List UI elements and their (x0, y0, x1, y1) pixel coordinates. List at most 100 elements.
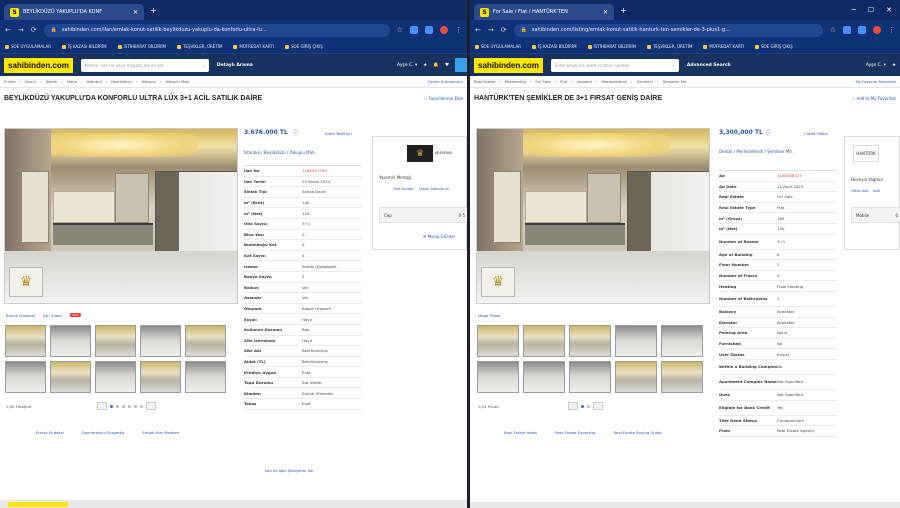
photo-thumbnail[interactable] (569, 361, 611, 393)
next-page-button[interactable] (145, 402, 156, 410)
page-dot[interactable] (580, 404, 584, 408)
user-menu[interactable]: Ayşe C. ▾ (866, 63, 886, 68)
video-link[interactable]: İlan Video (43, 313, 62, 318)
main-photo[interactable]: ♛ (476, 128, 710, 304)
profile-icon[interactable] (440, 26, 448, 34)
info-icon[interactable]: ⓘ (292, 128, 298, 137)
add-favorite-link[interactable]: ☆ Favorilerime Ekle (424, 96, 463, 101)
close-tab-icon[interactable]: ✕ (133, 9, 138, 16)
bookmark-item[interactable]: TEŞVİKLER, ÜRETİM (647, 44, 692, 49)
star-icon[interactable]: ☆ (830, 26, 836, 34)
close-tab-icon[interactable]: ✕ (603, 9, 608, 16)
bookmark-item[interactable]: MÜFREDAT KARTI (233, 44, 274, 49)
photo-thumbnail[interactable] (523, 325, 565, 357)
new-tab-icon[interactable]: + (150, 6, 157, 15)
photo-thumbnail[interactable] (5, 325, 46, 357)
maximize-icon[interactable]: ☐ (868, 6, 874, 14)
seller-all-ads-link[interactable]: Tüm İlanları (393, 187, 413, 191)
heart-icon[interactable]: ♥ (445, 63, 449, 68)
phone-row[interactable]: Cep 0 5 (379, 207, 467, 223)
forward-icon[interactable]: → (18, 26, 24, 34)
breadcrumb-item[interactable]: Daire (67, 79, 77, 84)
photo-thumbnail[interactable] (185, 325, 226, 357)
page-dot[interactable] (586, 404, 590, 408)
location[interactable]: İstanbul / Beylikdüzü / Yakuplu Mah. (244, 150, 362, 156)
info-icon[interactable]: ⓘ (766, 128, 772, 137)
photo-thumbnail[interactable] (615, 325, 657, 357)
bell-icon[interactable]: 🔔 (433, 63, 439, 68)
back-icon[interactable]: ← (5, 26, 11, 34)
browser-tab[interactable]: S BEYLİKDÜZÜ YAKUPLU'DA KONF ✕ (4, 4, 144, 20)
next-page-button[interactable] (592, 402, 603, 410)
related-link[interactable]: Real Estate Expertise (555, 430, 595, 435)
extension-icon[interactable] (843, 26, 851, 34)
menu-icon[interactable]: ⋮ (888, 26, 895, 34)
breadcrumb-item[interactable]: For Sale (535, 79, 550, 84)
prev-page-button[interactable] (96, 402, 107, 410)
page-dot[interactable] (139, 404, 143, 408)
mega-photo-link[interactable]: Mega Photo (478, 313, 500, 318)
main-photo[interactable]: ♛ (4, 128, 238, 304)
search-input[interactable]: Enter keyword, word or store number ⌕ (550, 58, 679, 72)
photo-thumbnail[interactable] (185, 361, 226, 393)
site-logo[interactable]: sahibinden.com (474, 57, 543, 73)
related-link[interactable]: Real Estate Index (504, 430, 537, 435)
related-link[interactable]: Real Estate Buying Guide (614, 430, 662, 435)
report-link[interactable]: İlan ile İlgili Şikayetim Var (265, 468, 314, 473)
page-dot[interactable] (127, 404, 131, 408)
bookmark-item[interactable]: TEŞVİKLER, ÜRETİM (177, 44, 222, 49)
location[interactable]: Denizli / Merkezefendi / Şemikler Mh. (719, 149, 809, 155)
breadcrumb-item[interactable]: İstanbul (86, 79, 101, 84)
photo-thumbnail[interactable] (523, 361, 565, 393)
reload-icon[interactable]: ⟳ (31, 26, 37, 34)
photo-thumbnail[interactable] (95, 325, 136, 357)
star-icon[interactable]: ★ (423, 63, 427, 68)
breadcrumb-item[interactable]: Şemikler (637, 79, 654, 84)
page-dot[interactable] (121, 404, 125, 408)
seller-favorite-link[interactable]: Favori Satıcılarım (419, 187, 449, 191)
bookmark-item[interactable]: SOE GİRİŞ ÇIKIŞ (285, 44, 323, 49)
breadcrumb-item[interactable]: Flat (560, 79, 567, 84)
favorite-searches-link[interactable]: Favori Aramalarım (428, 79, 463, 84)
favorite-searches-link[interactable]: My Favorite Searches (856, 79, 896, 84)
breadcrumb-item[interactable]: İstanbul (577, 79, 592, 84)
advanced-search-link[interactable]: Detaylı Arama (217, 63, 253, 68)
large-photo-link[interactable]: Büyük Fotoğraf (6, 313, 35, 318)
photo-thumbnail[interactable] (140, 361, 181, 393)
star-icon[interactable]: ★ (892, 63, 896, 68)
minimize-icon[interactable]: ─ (852, 6, 856, 14)
url-field[interactable]: 🔒 sahibinden.com/listing/emlak-konut-sat… (513, 23, 823, 37)
photo-thumbnail[interactable] (477, 325, 519, 357)
reload-icon[interactable]: ⟳ (501, 26, 507, 34)
advanced-search-link[interactable]: Advanced Search (687, 63, 731, 68)
breadcrumb-item[interactable]: Beylikdüzü (111, 79, 132, 84)
photo-thumbnail[interactable] (569, 325, 611, 357)
breadcrumb-item[interactable]: Yakuplu Mah. (165, 79, 190, 84)
breadcrumb-item[interactable]: Residential (505, 79, 526, 84)
seller-other-ads-link[interactable]: Other Ads (851, 189, 868, 193)
breadcrumb-item[interactable]: Şemikler Mh. (663, 79, 688, 84)
page-dot[interactable] (109, 404, 113, 408)
seller-add-link[interactable]: Add (873, 189, 880, 193)
attribute-value[interactable]: 1158788727 (777, 173, 802, 178)
agency-name[interactable]: KREMYAPI (435, 151, 452, 155)
breadcrumb-item[interactable]: Merkezefendi (602, 79, 627, 84)
new-tab-icon[interactable]: + (620, 6, 627, 15)
photo-thumbnail[interactable] (95, 361, 136, 393)
bookmark-item[interactable]: SOE UYGULAMALAR (475, 44, 521, 49)
bookmark-item[interactable]: İŞ KAZASI BİLDİRİM (532, 44, 577, 49)
breadcrumb-item[interactable]: Emlak (4, 79, 16, 84)
attribute-value[interactable]: 1164547759 (302, 168, 327, 173)
close-window-icon[interactable]: ✕ (886, 6, 892, 14)
photo-thumbnail[interactable] (615, 361, 657, 393)
photo-thumbnail[interactable] (140, 325, 181, 357)
breadcrumb-item[interactable]: Yakuplu (141, 79, 155, 84)
search-icon[interactable]: ⌕ (673, 63, 675, 68)
photo-thumbnail[interactable] (661, 325, 703, 357)
phone-row[interactable]: Mobile 0 (851, 207, 900, 223)
send-message-link[interactable]: ✉ Mesaj Gönder (423, 234, 455, 239)
prev-page-button[interactable] (567, 402, 578, 410)
search-input[interactable]: Kelime, ilan no veya mağaza adı ile ara … (80, 58, 209, 72)
extension-icon[interactable] (858, 26, 866, 34)
page-dot[interactable] (133, 404, 137, 408)
